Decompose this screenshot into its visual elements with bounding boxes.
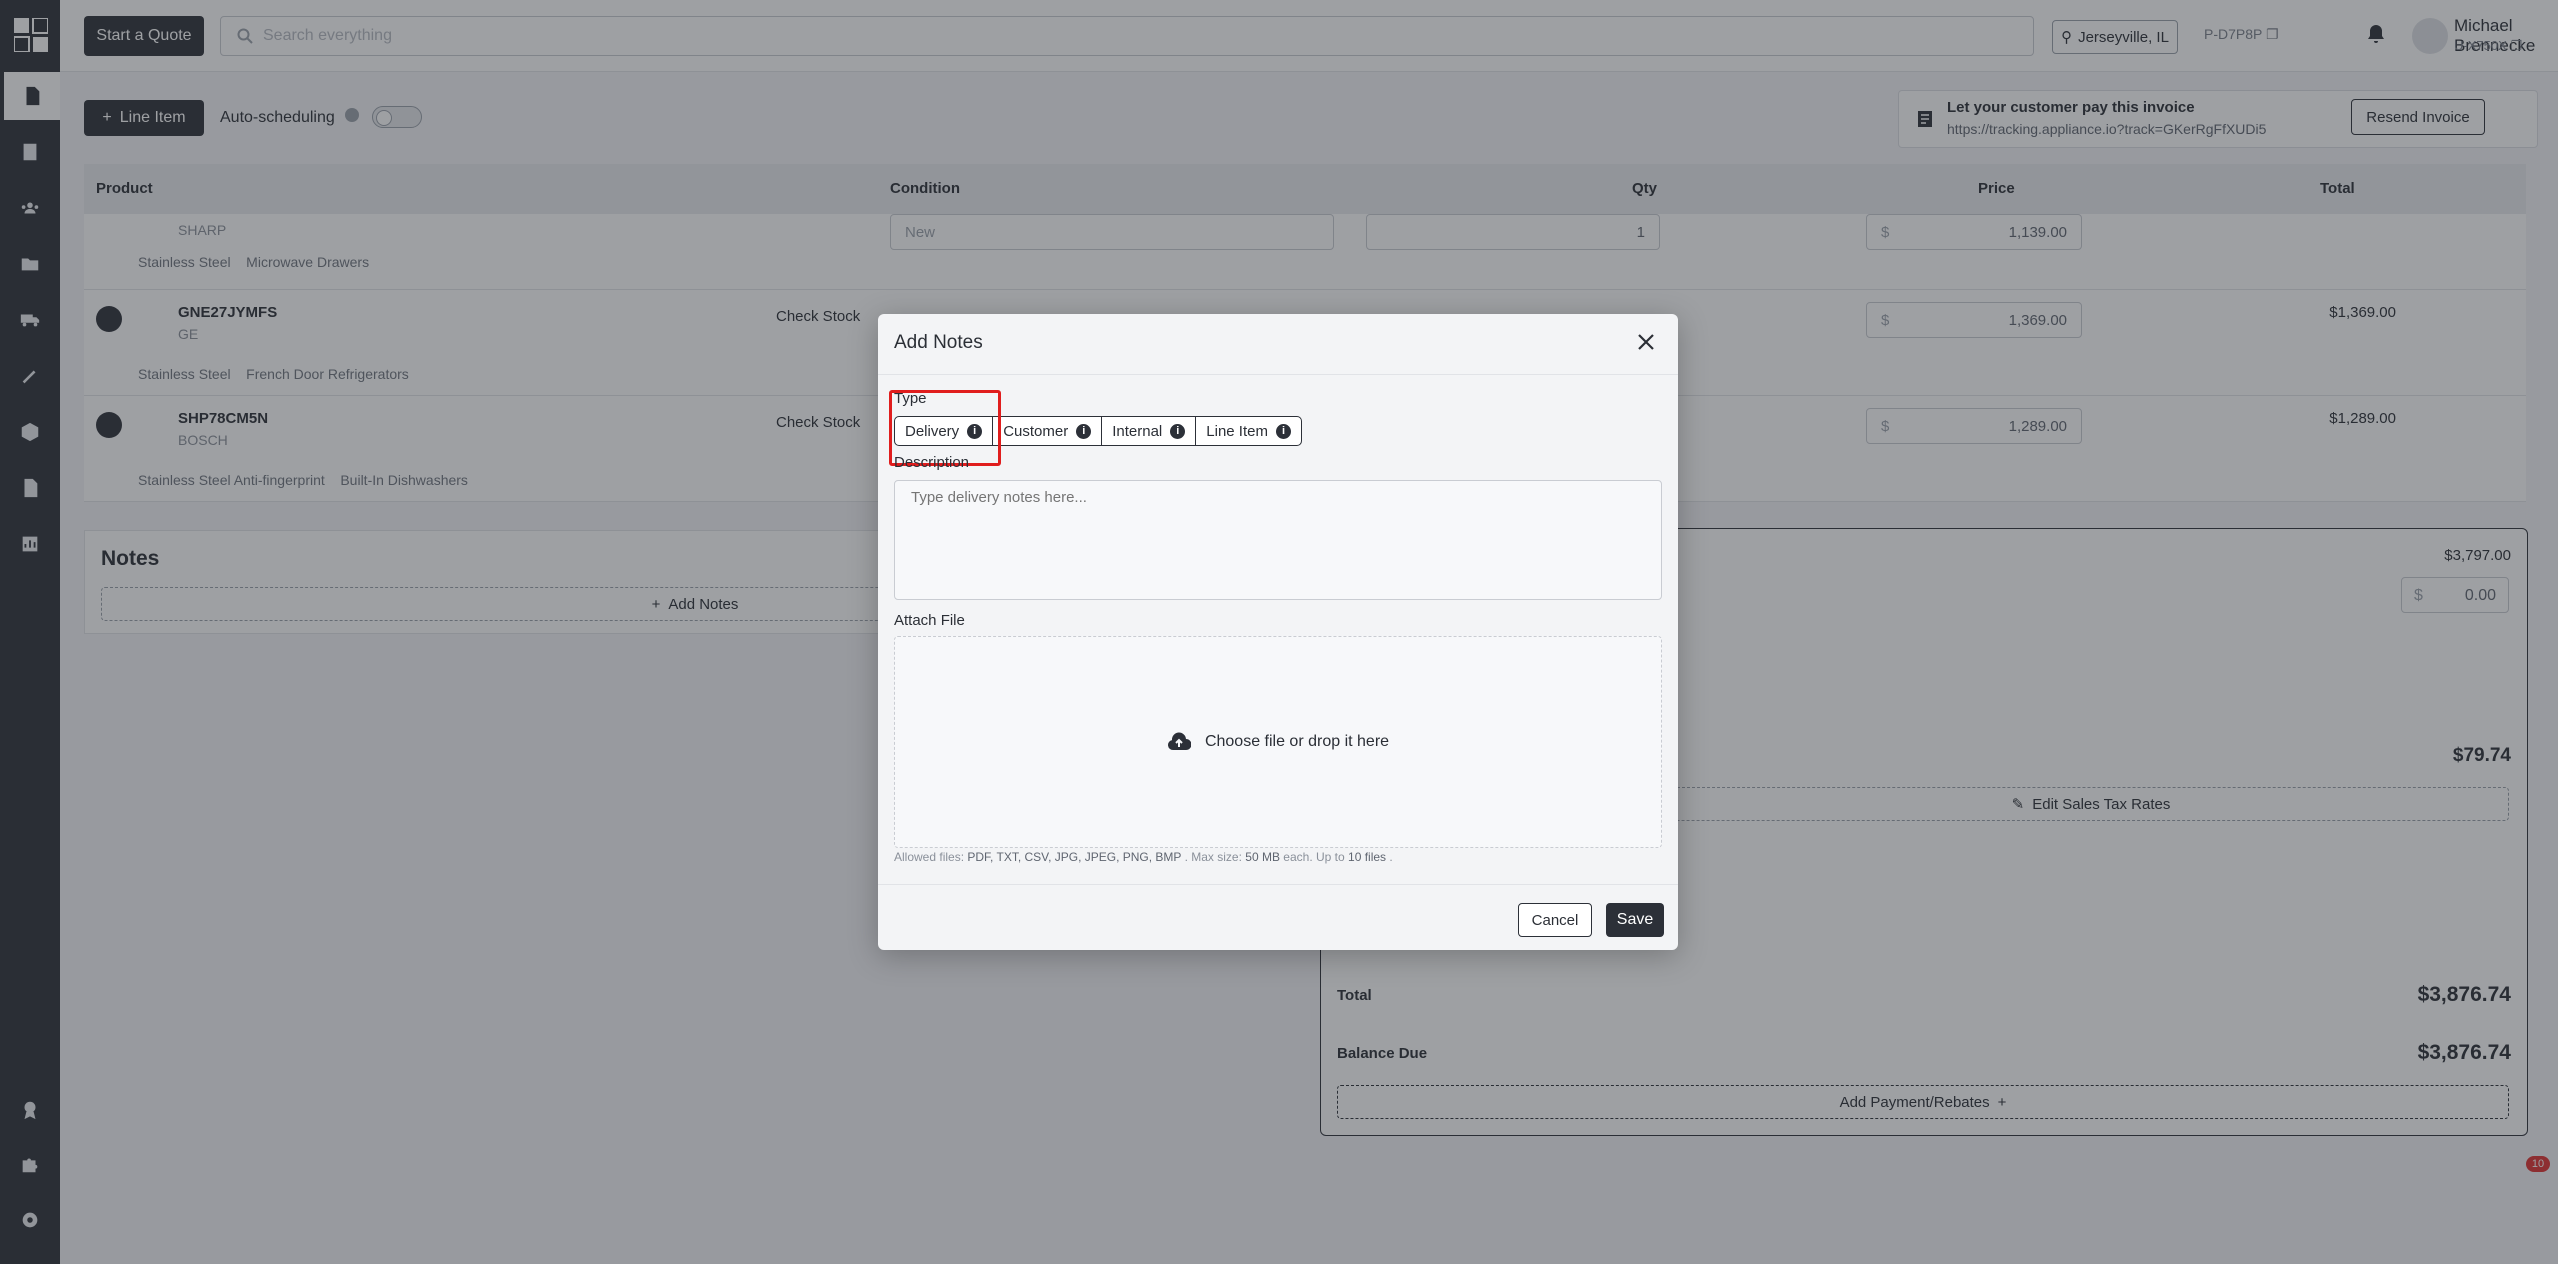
info-icon[interactable]: i (967, 423, 983, 439)
allowed-files-hint: Allowed files: PDF, TXT, CSV, JPG, JPEG,… (894, 850, 1393, 864)
description-label: Description (894, 454, 970, 471)
modal-title: Add Notes (894, 332, 983, 353)
attach-file-label: Attach File (894, 612, 965, 629)
type-internal[interactable]: Internal i (1102, 417, 1197, 445)
info-icon[interactable]: i (1275, 423, 1291, 439)
cancel-button[interactable]: Cancel (1518, 903, 1592, 937)
add-notes-modal: Add Notes Type Delivery i Customer i Inter… (878, 314, 1678, 950)
dropzone-text: Choose file or drop it here (1204, 733, 1390, 750)
close-icon[interactable] (1634, 330, 1658, 354)
file-dropzone[interactable]: Choose file or drop it here (894, 636, 1662, 848)
info-icon[interactable]: i (1076, 423, 1092, 439)
upload-cloud-icon (1167, 732, 1191, 750)
divider (878, 374, 1678, 375)
description-textarea[interactable] (894, 480, 1662, 600)
type-line-item[interactable]: Line Item i (1196, 417, 1301, 445)
type-delivery[interactable]: Delivery i (895, 417, 994, 445)
type-customer[interactable]: Customer i (993, 417, 1103, 445)
save-button[interactable]: Save (1606, 903, 1664, 937)
info-icon[interactable]: i (1170, 423, 1186, 439)
note-type-segmented: Delivery i Customer i Internal i Line Item i (894, 416, 1302, 446)
divider (878, 884, 1678, 885)
type-label: Type (894, 390, 927, 407)
